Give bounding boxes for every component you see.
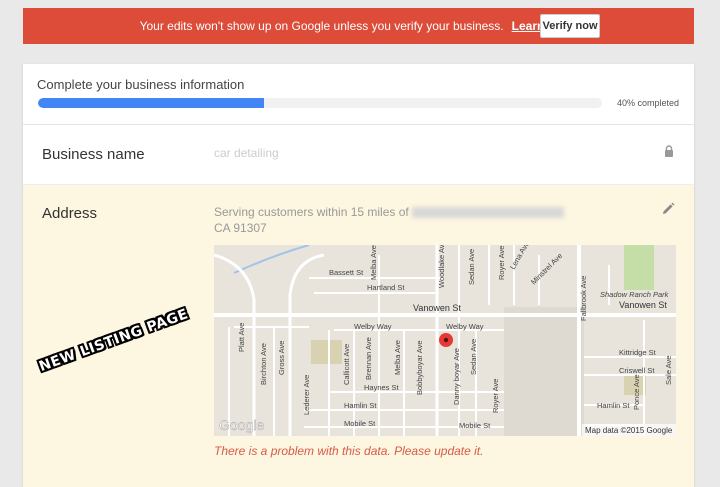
address-line1: Serving customers within 15 miles of [214, 205, 409, 219]
map-label-ponce: Ponce Ave [632, 374, 641, 410]
map-label-welby: Welby Way [354, 322, 392, 331]
business-info-card: Complete your business information 40% c… [23, 64, 694, 487]
map-label-hartland: Hartland St [367, 283, 405, 292]
map-label-kittridge: Kittridge St [619, 348, 657, 357]
map-label-vanowen: Vanowen St [413, 303, 461, 313]
map-label-woodlake: Woodlake Ave [437, 245, 446, 288]
address-value: Serving customers within 15 miles of CA … [214, 204, 614, 236]
map-attribution: Map data ©2015 Google [585, 426, 673, 435]
business-name-row[interactable]: Business name car detailing [23, 125, 694, 185]
map-block [311, 340, 342, 364]
progress-section: Complete your business information 40% c… [23, 64, 694, 125]
map-label-melba: Melba Ave [369, 245, 378, 280]
service-area-map[interactable]: Bassett St Hartland St Vanowen St Welby … [214, 245, 676, 436]
map-label-welby-2: Welby Way [446, 322, 484, 331]
map-label-park: Shadow Ranch Park [600, 290, 670, 299]
banner-message: Your edits won't show up on Google unles… [139, 19, 504, 33]
progress-fill [38, 98, 264, 108]
map-label-mobile-2: Mobile St [459, 421, 491, 430]
map-label-bobbyboyar: Bobbyboyar Ave [415, 341, 424, 396]
map-label-brennan: Brennan Ave [364, 337, 373, 380]
map-label-sedan: Sedan Ave [467, 249, 476, 285]
map-label-dannyboyar: Danny boyar Ave [452, 348, 461, 405]
business-name-label: Business name [42, 146, 145, 163]
map-label-hamlin-2: Hamlin St [597, 401, 630, 410]
map-label-haynes: Haynes St [364, 383, 400, 392]
business-name-value: car detailing [214, 146, 279, 160]
map-label-bassett: Bassett St [329, 268, 364, 277]
map-label-criswell: Criswell St [619, 366, 655, 375]
lock-icon [665, 145, 673, 157]
google-map-logo: Google [219, 417, 264, 433]
verify-now-button[interactable]: Verify now [540, 14, 600, 38]
map-label-lederer: Lederer Ave [302, 375, 311, 415]
address-line2: CA 91307 [214, 221, 267, 235]
map-label-royer-2: Royer Ave [491, 379, 500, 413]
data-problem-message: There is a problem with this data. Pleas… [214, 444, 484, 458]
map-canvas: Bassett St Hartland St Vanowen St Welby … [214, 245, 676, 436]
map-label-vanowen-2: Vanowen St [619, 300, 667, 310]
map-label-birchton: Birchton Ave [259, 343, 268, 385]
map-label-hamlin: Hamlin St [344, 401, 377, 410]
map-pin-icon[interactable] [439, 333, 453, 347]
map-label-fallbrook: Fallbrook Ave [579, 276, 588, 321]
map-label-sedan-2: Sedan Ave [469, 339, 478, 375]
pencil-icon[interactable] [661, 202, 675, 216]
redacted-address [412, 207, 565, 219]
map-label-royer: Royer Ave [497, 246, 506, 280]
map-label-melba-2: Melba Ave [393, 340, 402, 375]
map-label-gross: Gross Ave [277, 341, 286, 375]
address-label: Address [42, 205, 98, 222]
map-label-platt: Platt Ave [237, 323, 246, 352]
progress-bar [38, 98, 602, 108]
progress-title: Complete your business information [37, 77, 245, 92]
map-label-mobile: Mobile St [344, 419, 376, 428]
map-label-sale: Sale Ave [664, 356, 673, 385]
progress-percent-label: 40% completed [617, 98, 680, 108]
map-label-callicott: Callicott Ave [342, 344, 351, 385]
park-area [624, 245, 654, 290]
